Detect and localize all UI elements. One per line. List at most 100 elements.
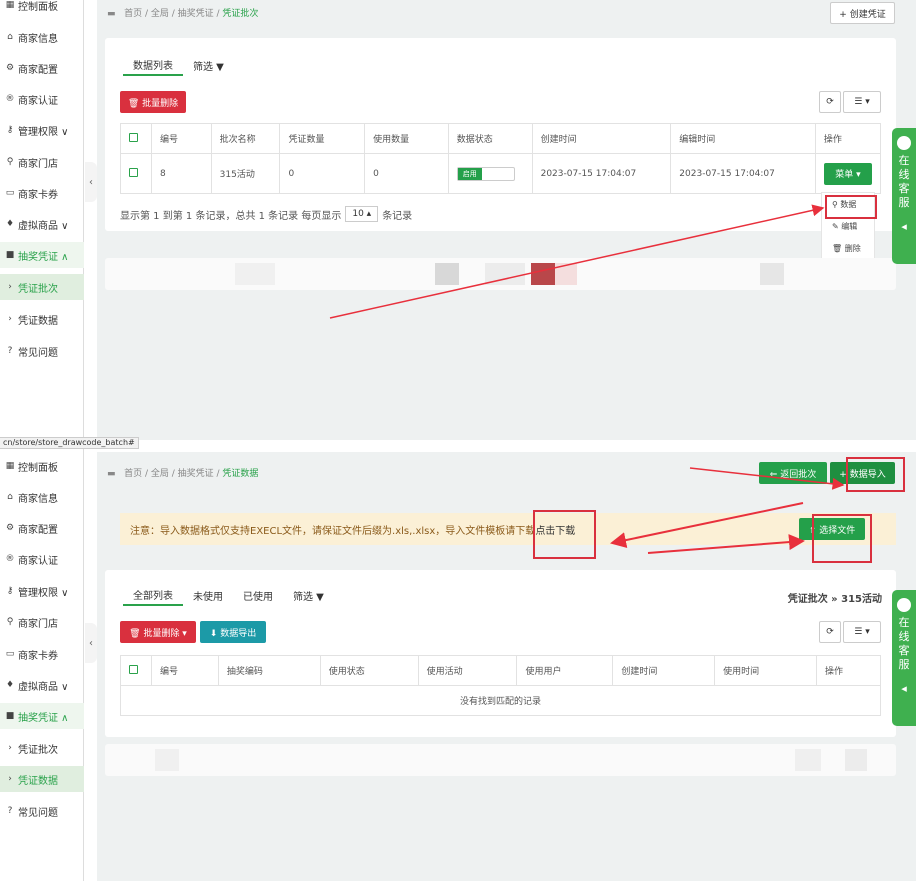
highlight-box [533,510,596,559]
status-toggle[interactable]: 启用 [456,166,515,181]
sidebar-item[interactable]: ? 常见问题 [0,798,84,824]
refresh-button[interactable]: ⟳ [819,91,841,113]
sidebar-item[interactable]: ® 商家认证 [0,546,84,572]
sidebar-item-label: 虚拟商品 ∨ [18,681,69,693]
sidebar-item[interactable]: › 凭证数据 [0,766,84,792]
batch-delete-button[interactable]: 🗑 批量删除 [120,91,186,113]
sidebar-item-label: 常见问题 [18,347,58,359]
sidebar-item[interactable]: ? 常见问题 [0,338,84,364]
sidebar-item[interactable]: ♦ 虚拟商品 ∨ [0,211,84,237]
headset-icon [897,136,911,150]
breadcrumb-current: 凭证数据 [222,469,259,479]
tab-filter[interactable]: 筛选 ▼ [283,584,334,606]
sidebar-item[interactable]: ■ 抽奖凭证 ∧ [0,703,84,729]
select-all-checkbox[interactable] [129,132,138,142]
row-checkbox[interactable] [129,167,138,177]
column-header[interactable]: 批次名称 [210,123,281,154]
sidebar-item[interactable]: ⌂ 商家信息 [0,484,84,510]
column-header[interactable]: 使用状态 [319,655,419,686]
column-header[interactable]: 编号 [150,123,212,154]
gears-icon: ⚙ [5,523,15,533]
columns-toggle-button[interactable]: ☰ ▾ [843,91,881,113]
cell-count: 0 [279,153,366,194]
column-header[interactable]: 创建时间 [531,123,672,154]
main-content: ▬ 首页 / 全局 / 抽奖凭证 / 凭证数据 ⇐ 返回批次 + 数据导入 注意… [97,452,916,881]
online-service-tab[interactable]: 在线客服 ◂ [892,128,916,264]
tab-filter[interactable]: 筛选 ▼ [183,54,234,76]
sidebar-collapse-toggle[interactable]: ‹ [85,162,97,202]
sidebar-item[interactable]: ⚷ 管理权限 ∨ [0,117,84,143]
blur-block [235,263,275,285]
sidebar-item-label: 商家配置 [18,64,58,76]
column-header[interactable]: 抽奖编码 [217,655,321,686]
sidebar-collapse-toggle[interactable]: ‹ [85,623,97,663]
column-header[interactable]: 使用数量 [364,123,449,154]
sidebar-item-label: 抽奖凭证 ∧ [18,251,69,263]
data-export-button[interactable]: ⬇ 数据导出 [200,621,266,643]
service-label-char: 客 [898,644,910,657]
column-header[interactable]: 数据状态 [447,123,533,154]
column-header[interactable]: 编号 [150,655,219,686]
headset-icon [897,598,911,612]
table-row: 8 315活动 0 0 启用 2023-07-15 17:04:07 2023-… [120,153,882,194]
sidebar-item[interactable]: ▭ 商家卡券 [0,641,84,667]
sidebar-item[interactable]: ⚷ 管理权限 ∨ [0,578,84,604]
menu-item-delete[interactable]: 🗑 删除 [822,237,874,259]
column-header: 操作 [814,123,882,154]
column-header[interactable]: 使用时间 [714,655,818,686]
sidebar-item[interactable]: ⚙ 商家配置 [0,55,84,81]
table-header-row: 编号 抽奖编码 使用状态 使用活动 使用用户 创建时间 使用时间 操作 [120,655,881,686]
back-to-batches-button[interactable]: ⇐ 返回批次 [759,462,827,484]
sidebar-item[interactable]: › 凭证批次 [0,735,84,761]
column-header[interactable]: 使用用户 [516,655,614,686]
tab-all[interactable]: 全部列表 [123,584,183,606]
sidebar-item[interactable]: ⚲ 商家门店 [0,609,84,635]
sidebar-item[interactable]: ▦ 控制面板 [0,453,84,479]
tab-used[interactable]: 已使用 [233,584,283,606]
columns-toggle-button[interactable]: ☰ ▾ [843,621,881,643]
batch-delete-button[interactable]: 🗑 批量删除 ▾ [120,621,196,643]
row-menu-button[interactable]: 菜单 ▾ [823,162,872,185]
sidebar-item[interactable]: ♦ 虚拟商品 ∨ [0,672,84,698]
page-size-select[interactable]: 10 ▴ [345,206,379,222]
sidebar-item[interactable]: ⚲ 商家门店 [0,149,84,175]
dashboard-icon: ▦ [5,0,15,10]
sidebar-item[interactable]: › 凭证批次 [0,274,84,300]
column-header[interactable]: 凭证数量 [279,123,366,154]
chevron-right-icon: › [8,314,12,324]
breadcrumb: ▬ 首页 / 全局 / 抽奖凭证 / 凭证批次 [107,6,258,19]
cell-actions: 菜单 ▾ [814,153,882,194]
tab-data-list[interactable]: 数据列表 [123,54,183,76]
arrow-left-icon: ◂ [901,220,907,233]
column-header[interactable]: 使用活动 [417,655,518,686]
sidebar-item[interactable]: › 凭证数据 [0,306,84,332]
column-header[interactable]: 创建时间 [612,655,716,686]
sidebar-item[interactable]: ® 商家认证 [0,86,84,112]
batch-list-card: 数据列表 筛选 ▼ 🗑 批量删除 ⟳ ☰ ▾ 编号 批次名称 凭证数量 使用数量… [105,38,896,231]
breadcrumb-path[interactable]: 首页 / 全局 / 抽奖凭证 / [124,9,219,19]
sidebar-item[interactable]: ▭ 商家卡券 [0,180,84,206]
sidebar-item-label: 常见问题 [18,807,58,819]
online-service-tab[interactable]: 在线客服 ◂ [892,590,916,726]
sidebar-item-label: 凭证数据 [18,315,58,327]
home-icon: ⌂ [7,32,13,42]
notice-text: 注意：导入数据格式仅支持EXECL文件，请保证文件后缀为.xls,.xlsx，导… [130,525,536,537]
column-header[interactable]: 编辑时间 [670,123,816,154]
tab-unused[interactable]: 未使用 [183,584,233,606]
sidebar-item[interactable]: ⌂ 商家信息 [0,24,84,50]
sidebar-item[interactable]: ■ 抽奖凭证 ∧ [0,242,84,268]
blur-block [760,263,784,285]
sidebar-item[interactable]: ⚙ 商家配置 [0,515,84,541]
cell-created: 2023-07-15 17:04:07 [531,153,672,194]
breadcrumb-path[interactable]: 首页 / 全局 / 抽奖凭证 / [124,469,219,479]
create-voucher-button[interactable]: + 创建凭证 [830,2,895,24]
blurred-footer [105,744,896,776]
sidebar-item-label: 虚拟商品 ∨ [18,220,69,232]
refresh-button[interactable]: ⟳ [819,621,841,643]
bookmark-icon: ■ [5,250,15,260]
question-icon: ? [7,346,13,356]
blur-block [845,749,867,771]
sidebar-item[interactable]: ▦ 控制面板 [0,0,84,18]
key-icon: ⚷ [6,125,14,135]
select-all-checkbox[interactable] [129,664,138,674]
